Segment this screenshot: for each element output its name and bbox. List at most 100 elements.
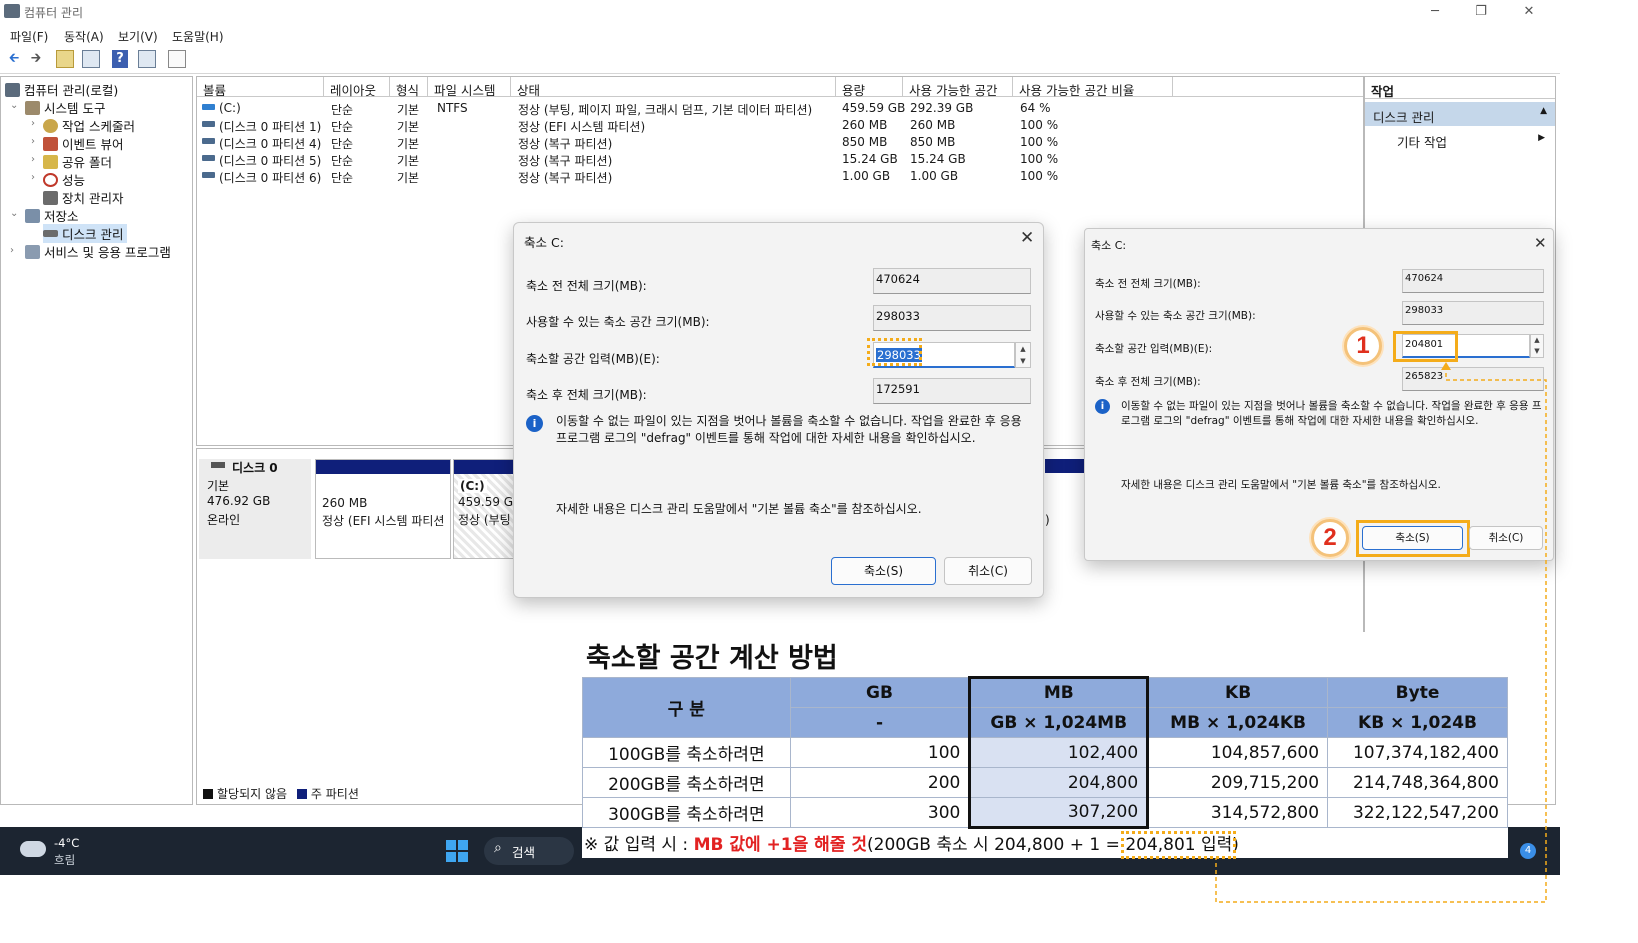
tree-task-scheduler[interactable]: 작업 스케줄러 <box>43 116 135 135</box>
tree-root[interactable]: 컴퓨터 관리(로컬) <box>5 80 118 99</box>
total-before-field: 470624 <box>1402 269 1544 293</box>
partition-other[interactable]: ) <box>1045 459 1085 559</box>
show-hide-tree-icon[interactable] <box>82 50 100 68</box>
cell-free: 1.00 GB <box>910 169 959 183</box>
cell-capacity: 15.24 GB <box>842 152 898 166</box>
tree-shared-folders[interactable]: 공유 폴더 <box>43 152 112 171</box>
cell-kb: 314,572,800 <box>1147 797 1329 828</box>
cell-volume: (C:) <box>219 101 241 115</box>
chevron-right-icon[interactable]: › <box>31 136 35 147</box>
list-view-icon[interactable] <box>168 50 186 68</box>
menu-help[interactable]: 도움말(H) <box>172 28 224 45</box>
chevron-down-icon[interactable]: ⌄ <box>10 208 18 219</box>
disk-icon <box>211 462 225 468</box>
chevron-right-icon[interactable]: › <box>31 118 35 129</box>
partition-name: (C:) <box>458 479 487 493</box>
column-header-status[interactable]: 상태 <box>511 77 836 98</box>
toolbar: 🡰 🡲 ? <box>0 46 1560 74</box>
chevron-right-icon[interactable]: › <box>10 245 14 256</box>
tree-performance[interactable]: 성능 <box>43 170 85 189</box>
shrink-amount-stepper[interactable]: ▲ ▼ <box>1530 334 1544 358</box>
tree-device-manager[interactable]: 장치 관리자 <box>43 188 123 207</box>
shrink-amount-stepper[interactable]: ▲ ▼ <box>1015 342 1031 368</box>
up-folder-icon[interactable] <box>56 50 74 68</box>
clock-icon <box>43 119 58 133</box>
window-title: 컴퓨터 관리 <box>24 6 84 20</box>
cell-layout: 단순 <box>331 137 354 151</box>
chevron-down-icon[interactable]: ⌄ <box>10 100 18 111</box>
col-kb: KB <box>1147 677 1329 708</box>
column-header-blank <box>1173 77 1363 97</box>
dialog-close-button[interactable]: ✕ <box>1020 228 1034 248</box>
partition-efi[interactable]: 260 MB 정상 (EFI 시스템 파티션 <box>315 459 451 559</box>
cell-capacity: 1.00 GB <box>842 169 891 183</box>
available-label: 사용할 수 있는 축소 공간 크기(MB): <box>1095 310 1256 322</box>
properties-icon[interactable] <box>138 50 156 68</box>
cell-free-percent: 100 % <box>1020 152 1059 166</box>
column-header-type[interactable]: 형식 <box>390 77 428 98</box>
weather-cloud-icon[interactable] <box>20 841 46 857</box>
cell-volume: (디스크 0 파티션 6) <box>219 171 322 185</box>
table-head-label: 구 분 <box>582 677 791 738</box>
disk-0-info[interactable]: 디스크 0 기본 476.92 GB 온라인 <box>199 459 311 559</box>
chevron-right-icon[interactable]: › <box>31 172 35 183</box>
help-icon[interactable]: ? <box>112 50 128 68</box>
column-header-capacity[interactable]: 용량 <box>836 77 903 98</box>
column-header-volume[interactable]: 볼륨 <box>197 77 324 98</box>
total-after-label: 축소 후 전체 크기(MB): <box>1095 376 1201 388</box>
cell-volume: (디스크 0 파티션 5) <box>219 154 322 168</box>
cell-free-percent: 100 % <box>1020 118 1059 132</box>
legend-unallocated-swatch <box>203 789 213 799</box>
shrink-button[interactable]: 축소(S) <box>831 557 936 585</box>
actions-disk-management[interactable]: 디스크 관리 ▲ <box>1365 102 1555 126</box>
cell-status: 정상 (EFI 시스템 파티션) <box>518 120 646 134</box>
total-after-field: 172591 <box>873 378 1031 404</box>
column-header-filesystem[interactable]: 파일 시스템 <box>428 77 511 98</box>
start-icon[interactable] <box>446 840 468 862</box>
column-header-free-space[interactable]: 사용 가능한 공간 <box>903 77 1013 98</box>
tree-services[interactable]: 서비스 및 응용 프로그램 <box>25 242 171 261</box>
disk-state: 온라인 <box>207 513 241 527</box>
computer-management-icon <box>5 83 20 97</box>
forward-icon[interactable]: 🡲 <box>26 50 46 68</box>
menu-file[interactable]: 파일(F) <box>10 28 48 45</box>
partition-color-bar <box>316 460 450 474</box>
menu-view[interactable]: 보기(V) <box>118 28 158 45</box>
title-bar: 컴퓨터 관리 ─ ❐ ✕ <box>0 0 1560 24</box>
highlight-box <box>1393 331 1458 362</box>
cell-gb: 300 <box>789 797 971 828</box>
tree-system-tools[interactable]: 시스템 도구 <box>25 98 105 117</box>
partition-color-bar <box>1045 459 1085 473</box>
actions-other[interactable]: 기타 작업 ▶ <box>1365 129 1555 151</box>
computer-management-icon <box>4 4 20 18</box>
chevron-right-icon[interactable]: › <box>31 154 35 165</box>
restore-button[interactable]: ❐ <box>1458 0 1504 24</box>
tree-event-viewer[interactable]: 이벤트 뷰어 <box>43 134 123 153</box>
cell-layout: 단순 <box>331 120 354 134</box>
calculation-note: ※ 값 입력 시 : MB 값에 +1을 해줄 것(200GB 축소 시 204… <box>584 831 1239 859</box>
calculation-title: 축소할 공간 계산 방법 <box>586 643 838 674</box>
search-label: 검색 <box>512 845 536 860</box>
tree-disk-management[interactable]: 디스크 관리 <box>43 224 128 243</box>
minimize-button[interactable]: ─ <box>1412 0 1458 24</box>
legend: 할당되지 않음 주 파티션 <box>203 785 359 802</box>
menu-action[interactable]: 동작(A) <box>64 28 104 45</box>
taskbar-search[interactable]: 검색 ⌕ <box>484 837 574 865</box>
close-button[interactable]: ✕ <box>1506 0 1552 24</box>
cancel-button[interactable]: 취소(C) <box>944 557 1032 585</box>
cell-byte: 214,748,364,800 <box>1327 767 1508 798</box>
legend-primary-swatch <box>296 789 307 799</box>
cell-type: 기본 <box>397 154 420 168</box>
cell-kb: 209,715,200 <box>1147 767 1329 798</box>
dialog-close-button[interactable]: ✕ <box>1534 234 1547 252</box>
column-header-free-percent[interactable]: 사용 가능한 공간 비율 <box>1013 77 1173 98</box>
cell-type: 기본 <box>397 171 420 185</box>
partition-c[interactable]: (C:) 459.59 GB 정상 (부팅 <box>453 459 515 559</box>
tree-storage[interactable]: 저장소 <box>25 206 79 225</box>
available-label: 사용할 수 있는 축소 공간 크기(MB): <box>526 315 710 329</box>
cell-free: 260 MB <box>910 118 956 132</box>
cell-gb: 200 <box>789 767 971 798</box>
column-header-layout[interactable]: 레이아웃 <box>324 77 390 98</box>
back-icon[interactable]: 🡰 <box>4 50 24 68</box>
disk-size: 476.92 GB <box>207 494 271 508</box>
